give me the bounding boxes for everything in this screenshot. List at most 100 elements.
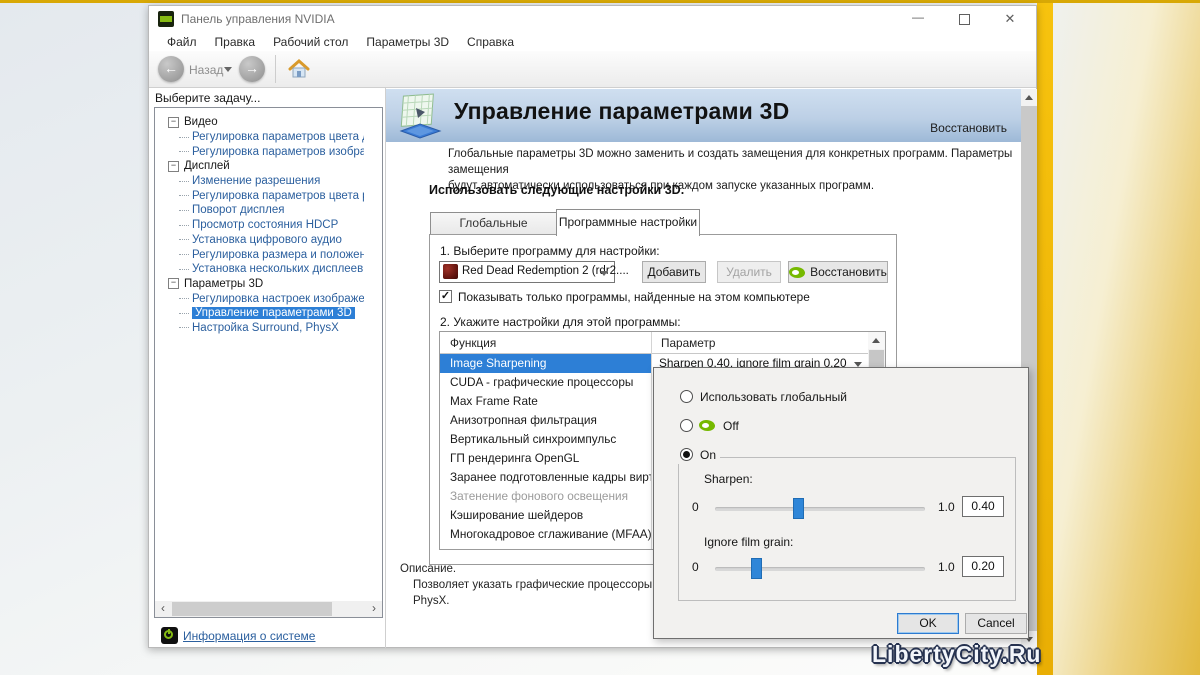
radio-off[interactable] [680, 419, 693, 432]
tree-item-resolution[interactable]: Изменение разрешения [157, 174, 364, 189]
forward-button[interactable]: → [239, 56, 265, 82]
menubar: Файл Правка Рабочий стол Параметры 3D Сп… [149, 32, 1036, 51]
toolbar: ← Назад → [149, 51, 1036, 88]
scroll-up-icon[interactable] [1021, 89, 1037, 106]
cancel-button[interactable]: Cancel [965, 613, 1027, 634]
tree-collapse-icon[interactable]: − [168, 161, 179, 172]
nvidia-control-panel-window: Панель управления NVIDIA — ✕ Файл Правка… [148, 5, 1037, 648]
tree-connector [179, 195, 189, 196]
menu-help[interactable]: Справка [458, 35, 523, 49]
tree-item-manage-3d-settings[interactable]: Управление параметрами 3D [157, 306, 364, 321]
tree-item-digital-audio[interactable]: Установка цифрового аудио [157, 233, 364, 248]
scroll-right-icon[interactable]: › [366, 601, 382, 617]
tree-group-video[interactable]: −Видео [157, 115, 364, 130]
page-title: Управление параметрами 3D [454, 98, 789, 125]
use-settings-label: Использовать следующие настройки 3D. [429, 183, 684, 197]
film-grain-value-field[interactable]: 0.20 [962, 556, 1004, 577]
sharpen-value-field[interactable]: 0.40 [962, 496, 1004, 517]
tree-horizontal-scrollbar[interactable]: ‹ › [155, 601, 382, 617]
tree-connector [179, 181, 189, 182]
radio-use-global[interactable] [680, 390, 693, 403]
tree-connector [179, 313, 189, 314]
system-info-link[interactable]: Информация о системе [183, 629, 315, 643]
show-only-checkbox[interactable]: ✓ [439, 290, 452, 303]
radio-use-global-label: Использовать глобальный [700, 390, 847, 404]
tree-collapse-icon[interactable]: − [168, 278, 179, 289]
tree-connector [179, 239, 189, 240]
chevron-down-icon [600, 271, 608, 276]
tree-connector [179, 254, 189, 255]
home-button[interactable] [287, 58, 311, 80]
tree-item-hdcp[interactable]: Просмотр состояния HDCP [157, 218, 364, 233]
tree-item-rotate-display[interactable]: Поворот дисплея [157, 203, 364, 218]
menu-3d-settings[interactable]: Параметры 3D [357, 35, 458, 49]
ok-button[interactable]: OK [897, 613, 959, 634]
tree-item-desktop-color[interactable]: Регулировка параметров цвета рабочег [157, 188, 364, 203]
menu-file[interactable]: Файл [158, 35, 206, 49]
description-line2: PhysX. [413, 595, 449, 607]
scroll-up-icon[interactable] [868, 332, 885, 349]
toolbar-separator [275, 55, 276, 83]
restore-program-button[interactable]: Восстановить [788, 261, 888, 283]
tree-item-image-preview[interactable]: Регулировка настроек изображения с пр [157, 291, 364, 306]
program-select[interactable]: Red Dead Redemption 2 (rdr2.... [439, 261, 615, 283]
tab-global-settings[interactable]: Глобальные параметры [430, 212, 557, 235]
sharpen-min: 0 [692, 500, 699, 514]
minimize-button[interactable]: — [901, 6, 935, 32]
radio-on-label: On [700, 448, 716, 462]
scroll-left-icon[interactable]: ‹ [155, 601, 171, 617]
tree-item-video-color[interactable]: Регулировка параметров цвета для вид [157, 130, 364, 145]
sharpen-max: 1.0 [938, 500, 955, 514]
description-line1: Позволяет указать графические процессоры… [413, 579, 675, 591]
task-tree: −Видео Регулировка параметров цвета для … [154, 107, 383, 618]
tree-item-multiple-displays[interactable]: Установка нескольких дисплеев [157, 262, 364, 277]
step2-label: 2. Укажите настройки для этой программы: [440, 315, 681, 329]
back-arrow-icon: ← [164, 60, 178, 76]
sharpen-slider[interactable] [715, 507, 925, 511]
tree-item-surround-physx[interactable]: Настройка Surround, PhysX [157, 321, 364, 336]
watermark: LibertyCity.Ru [872, 641, 1041, 668]
sharpen-slider-thumb[interactable] [793, 498, 804, 519]
tree-collapse-icon[interactable]: − [168, 117, 179, 128]
nvidia-app-icon [158, 11, 174, 27]
tree-connector [179, 225, 189, 226]
column-header-param: Параметр [661, 336, 715, 350]
system-info-icon [161, 627, 178, 644]
tree-connector [179, 298, 189, 299]
tree-connector [179, 137, 189, 138]
tree-connector [179, 210, 189, 211]
column-header-function: Функция [450, 336, 496, 350]
panel-divider [385, 88, 386, 648]
rdr2-game-icon [443, 264, 458, 279]
back-button[interactable]: ← [158, 56, 184, 82]
check-icon: ✓ [441, 290, 450, 302]
nvidia-logo-icon [699, 420, 715, 431]
back-dropdown-icon[interactable] [224, 67, 232, 72]
maximize-button[interactable] [947, 6, 981, 32]
remove-program-button[interactable]: Удалить [717, 261, 781, 283]
maximize-icon [959, 14, 970, 25]
film-grain-slider-thumb[interactable] [751, 558, 762, 579]
tree-item-video-image[interactable]: Регулировка параметров изображения д [157, 144, 364, 159]
manage-3d-icon [396, 92, 444, 145]
restore-link[interactable]: Восстановить [930, 121, 1007, 135]
show-only-label: Показывать только программы, найденные н… [458, 290, 810, 304]
film-grain-slider[interactable] [715, 567, 925, 571]
tree-group-display[interactable]: −Дисплей [157, 159, 364, 174]
menu-desktop[interactable]: Рабочий стол [264, 35, 357, 49]
tree-connector [179, 269, 189, 270]
tree-connector [179, 151, 189, 152]
image-sharpening-dialog: Использовать глобальный Off On Sharpen: … [653, 367, 1029, 639]
step1-label: 1. Выберите программу для настройки: [440, 244, 660, 258]
tree-connector [179, 327, 189, 328]
close-button[interactable]: ✕ [993, 6, 1027, 32]
forward-arrow-icon: → [245, 60, 259, 76]
tree-item-size-position[interactable]: Регулировка размера и положения рабо [157, 247, 364, 262]
tree-group-3d-settings[interactable]: −Параметры 3D [157, 277, 364, 292]
radio-on[interactable] [680, 448, 693, 461]
scrollbar-thumb[interactable] [172, 602, 332, 616]
add-program-button[interactable]: Добавить [642, 261, 706, 283]
tab-program-settings[interactable]: Программные настройки [556, 209, 700, 236]
nvidia-logo-icon [789, 267, 805, 278]
menu-edit[interactable]: Правка [206, 35, 265, 49]
